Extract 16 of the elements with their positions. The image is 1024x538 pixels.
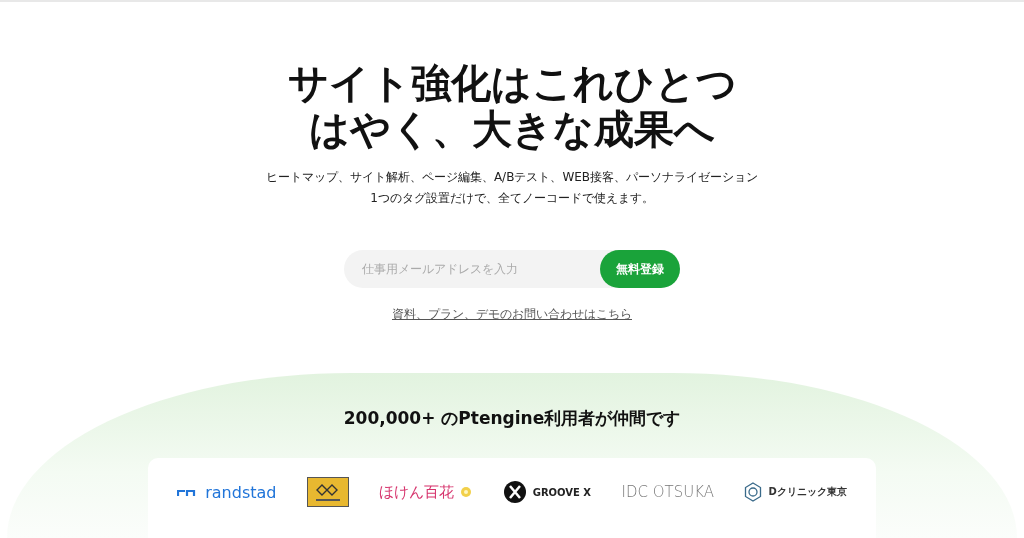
groove-logo-icon bbox=[502, 480, 527, 504]
flower-icon bbox=[460, 486, 473, 498]
description-text: ヒートマップ、サイト解析、ページ編集、A/Bテスト、WEB接客、パーソナライゼーション bbox=[265, 169, 759, 186]
logo-text: ほけん百花 bbox=[379, 482, 455, 502]
description-text: 1つのタグ設置だけで、全てノーコードで使えます。 bbox=[370, 190, 654, 207]
logo-text: GROOVE X bbox=[532, 486, 592, 498]
hero-title: サイト強化はこれひとつ はやく、大きな成果へ bbox=[287, 60, 737, 152]
signup-button[interactable]: 無料登録 bbox=[600, 250, 680, 288]
logo-text: randstad bbox=[205, 482, 277, 502]
logo-text: IDC OTSUKA bbox=[621, 483, 714, 501]
hexagon-logo-icon bbox=[744, 482, 763, 502]
logo-text: Dクリニック東京 bbox=[768, 485, 847, 499]
contact-link[interactable]: 資料、プラン、デモのお問い合わせはこちら bbox=[392, 306, 632, 323]
email-field[interactable]: 仕事用メールアドレスを入力 無料登録 bbox=[344, 250, 680, 288]
geo-logo-icon bbox=[306, 477, 349, 507]
customers-heading: 200,000+ のPtengine利用者が仲間です bbox=[343, 407, 681, 430]
